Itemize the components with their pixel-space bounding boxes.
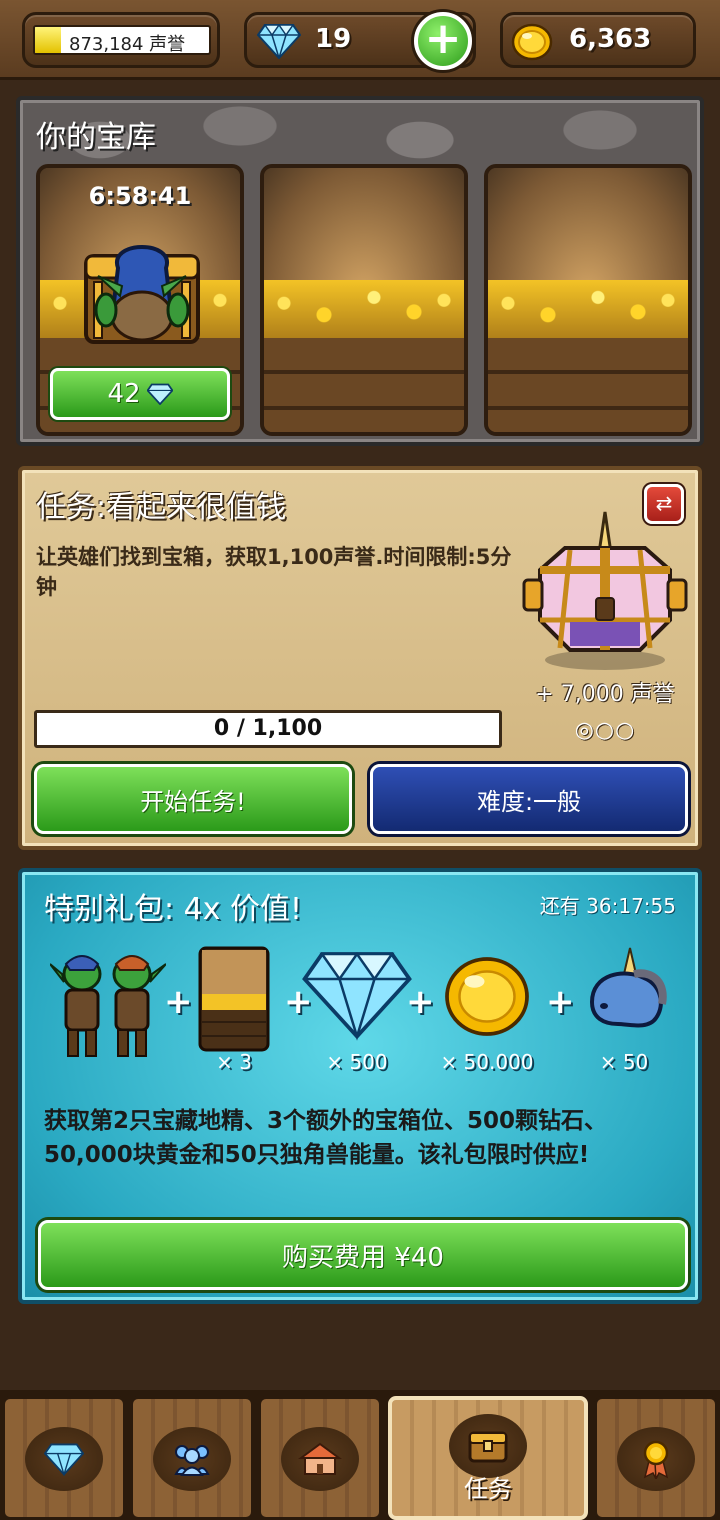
reputation-bar-fill xyxy=(35,27,62,53)
quest-panel: 任务:看起来很值钱 ⇄ 让英雄们找到宝箱，获取1,100声誉.时间限制:5分钟 … xyxy=(18,466,702,850)
diamond-icon xyxy=(44,1443,84,1476)
vault-slot-2[interactable] xyxy=(260,164,468,436)
reputation-value: 873,184 声誉 xyxy=(69,34,186,55)
quest-description: 让英雄们找到宝箱，获取1,100声誉.时间限制:5分钟 xyxy=(36,545,512,599)
offer-item-qty: × 3 xyxy=(216,1050,252,1074)
heroes-icon xyxy=(174,1445,210,1476)
plus-sign: + xyxy=(546,982,575,1022)
unicorn-chest-icon xyxy=(522,511,688,670)
town-icon xyxy=(297,1442,343,1475)
reputation-bar: 873,184 声誉 xyxy=(33,25,211,55)
buy-offer-button[interactable]: 购买费用 ¥40 xyxy=(38,1220,688,1290)
treasure-goblin-icon xyxy=(84,245,200,344)
goblins-icon xyxy=(49,955,167,1057)
diamond-icon xyxy=(257,23,301,59)
start-quest-button[interactable]: 开始任务! xyxy=(34,764,352,834)
medal-icon xyxy=(643,1440,669,1479)
offer-item-gems: × 500 xyxy=(302,944,412,1074)
vault-slot-3[interactable] xyxy=(484,164,692,436)
offer-item-gold: × 50.000 xyxy=(432,944,542,1074)
offer-description: 获取第2只宝藏地精、3个额外的宝箱位、500颗钻石、50,000块黄金和50只独… xyxy=(44,1108,608,1168)
plus-sign: + xyxy=(164,982,193,1022)
speedup-cost: 42 xyxy=(107,379,141,409)
nav-tab-quests[interactable]: 任务 xyxy=(388,1396,588,1520)
quest-title: 任务:看起来很值钱 xyxy=(36,490,287,525)
nav-tab-label: 任务 xyxy=(464,1475,512,1503)
special-offer-panel: 特别礼包: 4x 价值! 还有 36:17:55 + × 3 + × 500 +… xyxy=(18,868,702,1304)
gold-coin-icon xyxy=(511,23,553,61)
reputation-counter: 873,184 声誉 xyxy=(22,12,220,68)
difficulty-button[interactable]: 难度:一般 xyxy=(370,764,688,834)
plus-sign: + xyxy=(406,982,435,1022)
offer-item-qty: × 50.000 xyxy=(440,1050,534,1074)
vault-slot-icon xyxy=(198,946,270,1052)
offer-item-unicorn: × 50 xyxy=(574,944,674,1074)
chest-icon xyxy=(468,1431,508,1463)
offer-item-goblins xyxy=(49,944,167,1068)
gold-count: 6,363 xyxy=(569,24,652,54)
slot-timer: 6:58:41 xyxy=(88,182,192,210)
quest-progress-text: 0 / 1,100 xyxy=(213,716,323,741)
unicorn-icon xyxy=(589,947,667,1028)
offer-item-qty: × 500 xyxy=(326,1050,388,1074)
quest-progress-bar: 0 / 1,100 xyxy=(34,710,502,748)
offer-title: 特别礼包: 4x 价值! xyxy=(44,892,303,927)
gold-pile xyxy=(264,280,464,338)
diamond-icon xyxy=(146,383,173,405)
nav-tab-achievements[interactable] xyxy=(594,1396,718,1520)
offer-item-vault-slot: × 3 xyxy=(194,944,274,1074)
gold-counter: 6,363 xyxy=(500,12,696,68)
speedup-button[interactable]: 42 xyxy=(50,368,230,420)
gold-pile xyxy=(488,280,688,338)
nav-tab-heroes[interactable] xyxy=(130,1396,254,1520)
nav-tab-shop[interactable] xyxy=(2,1396,126,1520)
diamond-icon xyxy=(302,951,412,1041)
gold-coin-icon xyxy=(445,957,529,1036)
vault-panel: 你的宝库 6:58:41 42 xyxy=(16,96,704,446)
difficulty-stars: ◎○○ xyxy=(574,718,636,743)
quest-reward: + 7,000 声誉 xyxy=(535,682,675,707)
bottom-nav: 任务 xyxy=(0,1390,720,1520)
offer-timer: 还有 36:17:55 xyxy=(539,894,676,918)
nav-tab-town[interactable] xyxy=(258,1396,382,1520)
vault-title: 你的宝库 xyxy=(36,120,156,155)
vault-slot-1[interactable]: 6:58:41 42 xyxy=(36,164,244,436)
top-bar: 873,184 声誉 19 + 6,363 xyxy=(0,0,720,80)
add-gems-button[interactable]: + xyxy=(414,12,472,70)
gem-count: 19 xyxy=(315,24,352,54)
offer-item-qty: × 50 xyxy=(599,1050,649,1074)
